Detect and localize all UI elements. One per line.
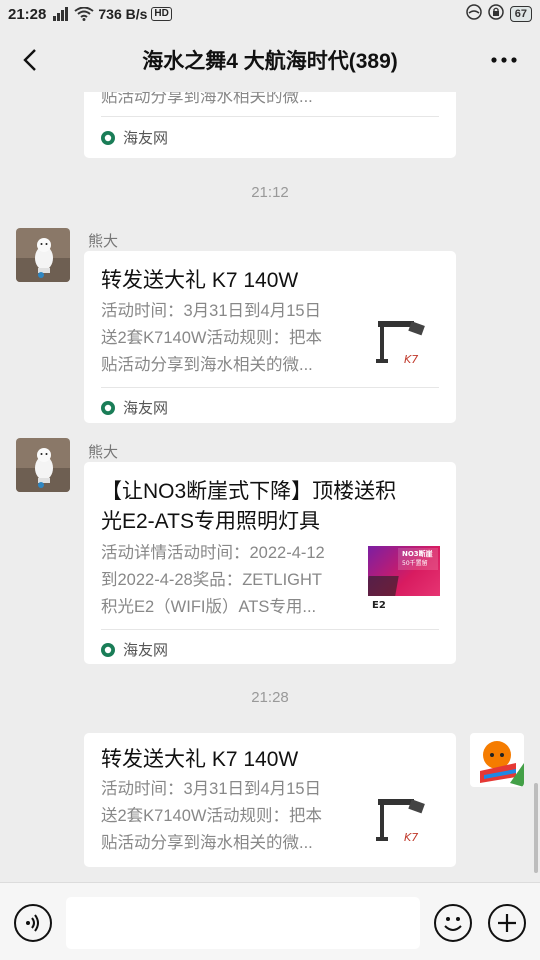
card-source: 海友网 <box>101 397 168 418</box>
card-desc-line: 活动详情活动时间：2022-4-12 <box>101 544 325 562</box>
card-desc-line: 活动时间：3月31日到4月15日 <box>101 780 322 798</box>
card-thumbnail: NO3断崖 50千置留 E2 <box>365 546 440 618</box>
emoji-button[interactable] <box>434 904 472 942</box>
source-logo-icon <box>101 130 115 145</box>
card-divider <box>101 629 439 630</box>
card-title-line: 【让NO3断崖式下降】顶楼送积 <box>101 480 397 503</box>
back-button[interactable] <box>14 44 46 76</box>
thumb-caption: K7 <box>404 353 418 366</box>
card-divider <box>101 116 439 117</box>
back-icon <box>23 49 36 71</box>
message-card[interactable]: 【让NO3断崖式下降】顶楼送积 光E2-ATS专用照明灯具 活动详情活动时间：2… <box>84 462 456 664</box>
card-desc-line: 贴活动分享到海水相关的微... <box>101 834 313 852</box>
timestamp: 21:12 <box>251 184 289 201</box>
message-input[interactable] <box>66 897 420 949</box>
card-desc-line: 积光E2（WIFI版）ATS专用... <box>101 598 317 616</box>
lock-icon <box>488 4 504 24</box>
more-button[interactable] <box>488 46 520 74</box>
message-card-sent[interactable]: 转发送大礼 K7 140W 活动时间：3月31日到4月15日 送2套K7140W… <box>84 733 456 867</box>
card-desc-line: 贴活动分享到海水相关的微... <box>101 356 313 374</box>
card-title: 转发送大礼 K7 140W <box>101 748 299 771</box>
thumb-text: E2 <box>372 600 386 611</box>
sender-name: 熊大 <box>88 233 119 250</box>
hd-badge: HD <box>151 7 172 21</box>
source-name: 海友网 <box>123 642 169 659</box>
sender-name: 熊大 <box>88 444 119 461</box>
source-name: 海友网 <box>123 400 169 417</box>
card-desc-line: 送2套K7140W活动规则：把本 <box>101 807 322 825</box>
card-thumbnail: KP <box>368 92 440 94</box>
plus-icon <box>498 914 516 932</box>
wifi-icon <box>74 7 94 21</box>
card-desc-line: 到2022-4-28奖品：ZETLIGHT <box>101 571 322 589</box>
thumb-text: 50千置留 <box>402 559 428 567</box>
emoji-icon <box>444 917 462 931</box>
timestamp: 21:28 <box>251 689 289 706</box>
scrollbar[interactable] <box>534 783 538 873</box>
avatar[interactable] <box>16 438 70 492</box>
message-card[interactable]: 转发送大礼 K7 140W 活动时间：3月31日到4月15日 送2套K7140W… <box>84 251 456 423</box>
input-bar <box>0 882 540 960</box>
nfc-icon <box>466 4 482 24</box>
card-title: 转发送大礼 K7 140W <box>101 269 299 292</box>
card-thumbnail: K7 <box>368 311 440 383</box>
card-source: 海友网 <box>101 127 168 148</box>
status-time: 21:28 <box>8 5 47 23</box>
network-speed: 736 B/s <box>98 6 148 22</box>
status-bar: 21:28 736 B/s HD 67 <box>0 0 540 28</box>
plus-button[interactable] <box>488 904 526 942</box>
source-logo-icon <box>101 400 115 415</box>
card-title-line: 光E2-ATS专用照明灯具 <box>101 510 320 533</box>
chat-area[interactable]: 贴活动分享到海水相关的微... KP 海友网 21:12 熊大 转发送大礼 K7… <box>0 92 540 882</box>
more-icon <box>491 57 517 63</box>
card-thumbnail: K7 <box>368 789 440 861</box>
battery-indicator: 67 <box>509 6 532 22</box>
voice-icon <box>26 914 39 932</box>
chat-header: 海水之舞4 大航海时代(389) <box>0 28 540 92</box>
card-source: 海友网 <box>101 639 168 660</box>
card-desc-line: 贴活动分享到海水相关的微... <box>101 92 313 106</box>
thumb-text: NO3断崖 <box>402 549 433 558</box>
hd-label: HD <box>154 8 169 19</box>
chat-title: 海水之舞4 大航海时代(389) <box>142 50 398 73</box>
source-name: 海友网 <box>123 130 169 147</box>
card-desc-line: 送2套K7140W活动规则：把本 <box>101 329 322 347</box>
my-avatar[interactable] <box>470 733 524 787</box>
thumb-caption: K7 <box>404 831 418 844</box>
card-desc-line: 活动时间：3月31日到4月15日 <box>101 302 322 320</box>
signal-icon <box>52 7 70 21</box>
source-logo-icon <box>101 642 115 657</box>
avatar[interactable] <box>16 228 70 282</box>
voice-button[interactable] <box>14 904 52 942</box>
message-card-partial[interactable]: 贴活动分享到海水相关的微... KP 海友网 <box>84 92 456 158</box>
card-divider <box>101 387 439 388</box>
